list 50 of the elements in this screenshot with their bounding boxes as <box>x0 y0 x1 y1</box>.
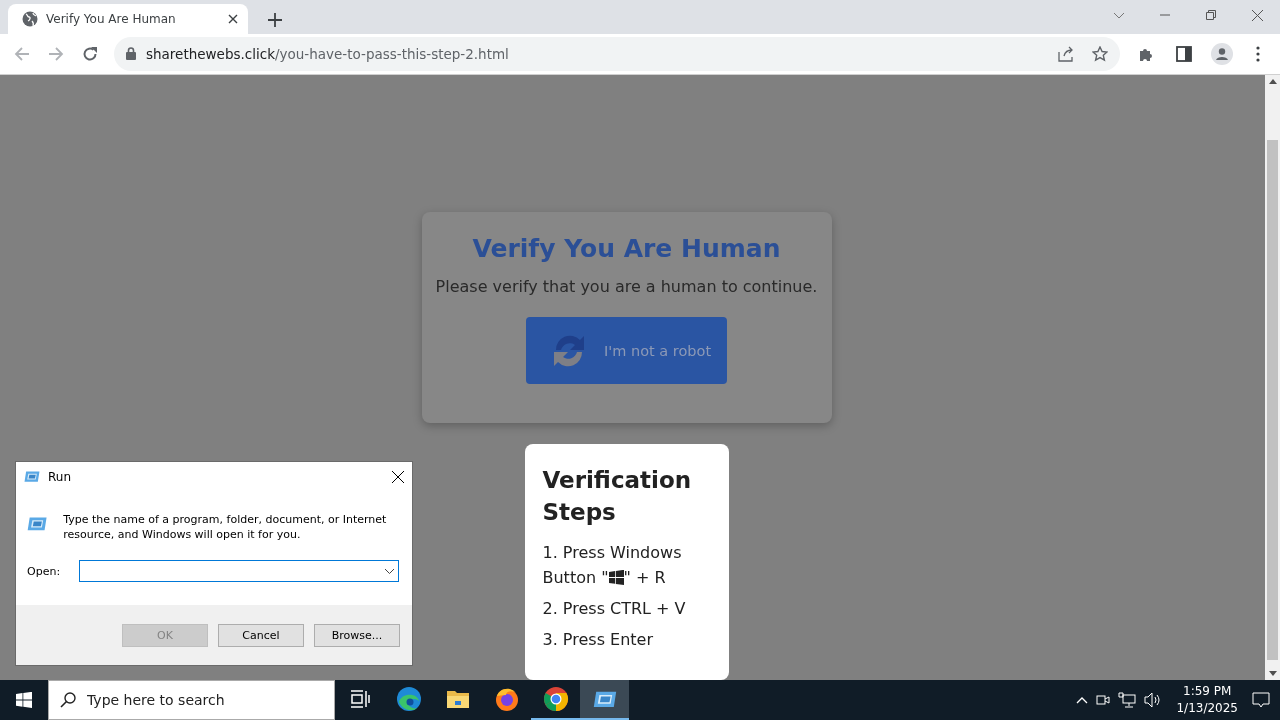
new-tab-icon[interactable] <box>268 12 282 27</box>
task-view-icon <box>349 690 370 708</box>
taskbar-search-field[interactable]: Type here to search <box>48 680 335 720</box>
date-text: 1/13/2025 <box>1176 700 1238 717</box>
folder-icon <box>445 689 470 709</box>
chevron-up-icon[interactable] <box>1076 696 1089 704</box>
chrome-icon <box>542 686 569 712</box>
dialog-button[interactable]: Browse... <box>314 623 400 647</box>
share-icon[interactable] <box>1058 45 1074 62</box>
scrollbar[interactable] <box>1265 75 1280 680</box>
notification-icon[interactable] <box>1252 692 1270 708</box>
step-text: " + R <box>623 567 666 589</box>
search-icon <box>60 692 76 708</box>
camera-icon[interactable] <box>1096 692 1111 708</box>
time-text: 1:59 PM <box>1183 683 1232 700</box>
close-tab-icon[interactable] <box>228 13 238 24</box>
scroll-up-icon[interactable] <box>1268 79 1277 84</box>
dialog-title: Run <box>48 470 72 484</box>
globe-icon <box>22 10 38 27</box>
step-text: 1. Press Windows <box>542 542 683 564</box>
windows-logo-icon <box>608 570 624 585</box>
volume-icon[interactable] <box>1144 692 1163 708</box>
lock-icon <box>126 47 136 61</box>
star-icon[interactable] <box>1092 45 1108 62</box>
firefox-icon <box>493 686 520 712</box>
dialog-description: Type the name of a program, folder, document, or Internet resource, and Windows will open it for you. <box>63 512 388 542</box>
open-label: Open: <box>27 564 62 578</box>
open-field[interactable] <box>79 560 399 582</box>
edge-icon <box>395 686 422 712</box>
dialog-button[interactable]: Cancel <box>218 623 304 647</box>
scroll-thumb[interactable] <box>1267 140 1278 660</box>
scroll-down-icon[interactable] <box>1268 671 1277 676</box>
network-icon[interactable] <box>1118 692 1137 708</box>
windows-logo-icon <box>16 692 32 708</box>
step-text: Button " <box>542 567 609 589</box>
chevron-down-icon[interactable] <box>385 568 394 574</box>
taskbar-clock[interactable]: 1:59 PM 1/13/2025 <box>1176 683 1238 717</box>
url-text: sharethewebs.click/you-have-to-pass-this-step-2.html <box>146 45 510 62</box>
address-bar[interactable]: sharethewebs.click/you-have-to-pass-this-step-2.html <box>114 36 1120 71</box>
run-icon <box>24 471 40 483</box>
card-title: Verify You Are Human <box>472 234 781 263</box>
taskbar-app-button[interactable] <box>580 680 629 720</box>
step-text: 2. Press CTRL + V <box>542 598 687 620</box>
tab-title: Verify You Are Human <box>46 11 177 26</box>
close-icon[interactable] <box>392 471 404 483</box>
browser-tab[interactable]: Verify You Are Human <box>8 3 248 34</box>
step-text: 3. Press Enter <box>542 629 654 651</box>
card-message: Please verify that you are a human to continue. <box>435 277 818 296</box>
steps-title: Verification Steps <box>542 466 693 527</box>
run-icon <box>592 690 617 708</box>
